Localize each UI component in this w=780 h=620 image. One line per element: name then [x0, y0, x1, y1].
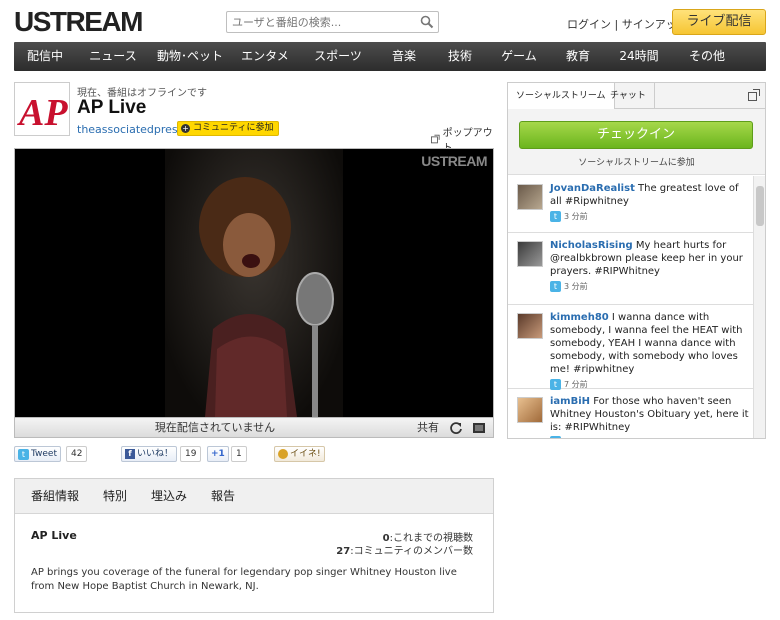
social-sidebar: ソーシャルストリーム チャット チェックイン ソーシャルストリームに参加 Jov…	[507, 82, 766, 439]
tab-social-stream[interactable]: ソーシャルストリーム	[508, 83, 615, 110]
search-input[interactable]	[227, 12, 412, 32]
channel-description: AP brings you coverage of the funeral fo…	[31, 567, 457, 592]
player-controls: 現在配信されていません 共有	[15, 417, 493, 437]
tweet-meta: t3 分前	[550, 210, 751, 223]
channel-logo[interactable]: AP	[14, 82, 70, 136]
tweet-user[interactable]: JovanDaRealist	[550, 183, 635, 194]
site-header: USTREAM ログイン | サインアップ ライブ配信	[0, 0, 780, 42]
login-link[interactable]: ログイン	[567, 18, 611, 31]
nav-item-games[interactable]: ゲーム	[488, 42, 550, 71]
tweet-label: Tweet	[31, 449, 57, 459]
list-item: JovanDaRealist The greatest love of all …	[508, 176, 765, 233]
nav-item-music[interactable]: 音楽	[376, 42, 432, 71]
tab-embed[interactable]: 埋込み	[139, 479, 199, 513]
avatar[interactable]	[517, 313, 543, 339]
link-separator: |	[614, 18, 619, 31]
nav-item-entertainment[interactable]: エンタメ	[230, 42, 300, 71]
avatar[interactable]	[517, 397, 543, 423]
members-stat: 27:コミュニティのメンバー数	[336, 542, 473, 557]
tweet-count: 42	[66, 446, 88, 462]
search-box	[226, 11, 439, 33]
social-stream-list: JovanDaRealist The greatest love of all …	[508, 176, 765, 438]
plus-count: 1	[231, 446, 247, 462]
video-player[interactable]: USTREAM 現在配信されていません 共有	[14, 148, 494, 438]
mixi-like-button[interactable]: イイネ!	[274, 446, 325, 462]
ustream-logo[interactable]: USTREAM	[14, 8, 143, 36]
avatar[interactable]	[517, 241, 543, 267]
avatar[interactable]	[517, 184, 543, 210]
fullscreen-icon[interactable]	[472, 421, 486, 435]
twitter-icon: t	[18, 448, 29, 460]
category-nav: 配信中 ニュース 動物･ペット エンタメ スポーツ 音楽 技術 ゲーム 教育 2…	[14, 42, 766, 71]
nav-item-live[interactable]: 配信中	[14, 42, 76, 71]
nav-item-24h[interactable]: 24時間	[606, 42, 672, 71]
list-item: kimmeh80 I wanna dance with somebody, I …	[508, 305, 765, 390]
channel-title: AP Live	[77, 97, 147, 118]
google-plus-label: +1	[211, 449, 225, 459]
tweet-user[interactable]: NicholasRising	[550, 240, 633, 251]
facebook-like-button[interactable]: f いいね！	[121, 446, 178, 462]
nav-item-sports[interactable]: スポーツ	[300, 42, 376, 71]
refresh-icon[interactable]	[449, 421, 463, 435]
like-count: 19	[180, 446, 202, 462]
nav-item-news[interactable]: ニュース	[76, 42, 150, 71]
account-links: ログイン | サインアップ	[567, 16, 688, 32]
join-social-stream-link[interactable]: ソーシャルストリームに参加	[508, 155, 765, 168]
popout-icon	[431, 134, 440, 144]
twitter-icon: t	[550, 281, 561, 292]
tweet-button[interactable]: t Tweet	[14, 446, 61, 462]
tab-featured[interactable]: 特別	[91, 479, 139, 513]
channel-header: AP 現在、番組はオフラインです AP Live theassociatedpr…	[14, 82, 494, 154]
stream-scrollbar[interactable]	[753, 176, 765, 438]
nav-item-other[interactable]: その他	[672, 42, 742, 71]
svg-text:AP: AP	[17, 92, 68, 134]
facebook-icon: f	[125, 449, 135, 459]
list-item: iamBiH For those who haven't seen Whitne…	[508, 389, 765, 438]
scrollbar-thumb[interactable]	[756, 186, 764, 226]
not-broadcasting-label: 現在配信されていません	[154, 421, 276, 434]
mixi-icon	[278, 449, 288, 459]
video-thumbnail	[165, 149, 343, 417]
mixi-label: イイネ!	[290, 449, 321, 459]
social-buttons: t Tweet 42 f いいね！ 19 +1 1 イイネ!	[14, 446, 494, 464]
twitter-icon: t	[550, 436, 561, 438]
checkin-area: チェックイン ソーシャルストリームに参加	[508, 109, 765, 175]
nav-item-education[interactable]: 教育	[550, 42, 606, 71]
tab-report[interactable]: 報告	[199, 479, 247, 513]
tab-channel-info[interactable]: 番組情報	[19, 479, 92, 513]
like-label: いいね！	[137, 449, 174, 459]
search-icon[interactable]	[420, 15, 434, 29]
tweet-user[interactable]: kimmeh80	[550, 312, 609, 323]
plus-icon: +	[181, 124, 190, 133]
join-community-label: コミュニティに参加	[193, 123, 274, 133]
tweet-meta: t3 分前	[550, 280, 751, 293]
video-area[interactable]: USTREAM	[15, 149, 493, 417]
singer-image	[199, 177, 334, 417]
nav-item-tech[interactable]: 技術	[432, 42, 488, 71]
info-channel-title: AP Live	[31, 529, 77, 542]
tweet-time: 3 分前	[564, 282, 588, 291]
channel-owner-link[interactable]: theassociatedpress	[77, 123, 183, 136]
members-count: 27	[336, 546, 351, 557]
channel-info-panel: 番組情報 特別 埋込み 報告 AP Live 0:これまでの視聴数 27:コミュ…	[14, 478, 494, 613]
share-button[interactable]: 共有	[417, 418, 439, 437]
tweet-user[interactable]: iamBiH	[550, 396, 590, 407]
tweet-meta: t	[550, 436, 751, 438]
sidebar-tabs: ソーシャルストリーム チャット	[508, 83, 765, 110]
info-tabs: 番組情報 特別 埋込み 報告	[15, 479, 493, 514]
nav-item-pets[interactable]: 動物･ペット	[150, 42, 230, 71]
broadcast-button[interactable]: ライブ配信	[672, 9, 766, 35]
twitter-icon: t	[550, 211, 561, 222]
ap-logo-icon: AP	[17, 92, 68, 134]
sidebar-popout-icon[interactable]	[748, 89, 760, 101]
checkin-button[interactable]: チェックイン	[519, 121, 753, 149]
list-item: NicholasRising My heart hurts for @realb…	[508, 233, 765, 305]
player-watermark: USTREAM	[421, 153, 487, 169]
tab-chat[interactable]: チャット	[602, 83, 655, 109]
members-label: :コミュニティのメンバー数	[350, 546, 473, 557]
tweet-time: 3 分前	[564, 212, 588, 221]
google-plus-button[interactable]: +1	[207, 446, 229, 462]
join-community-button[interactable]: + コミュニティに参加	[177, 121, 280, 136]
